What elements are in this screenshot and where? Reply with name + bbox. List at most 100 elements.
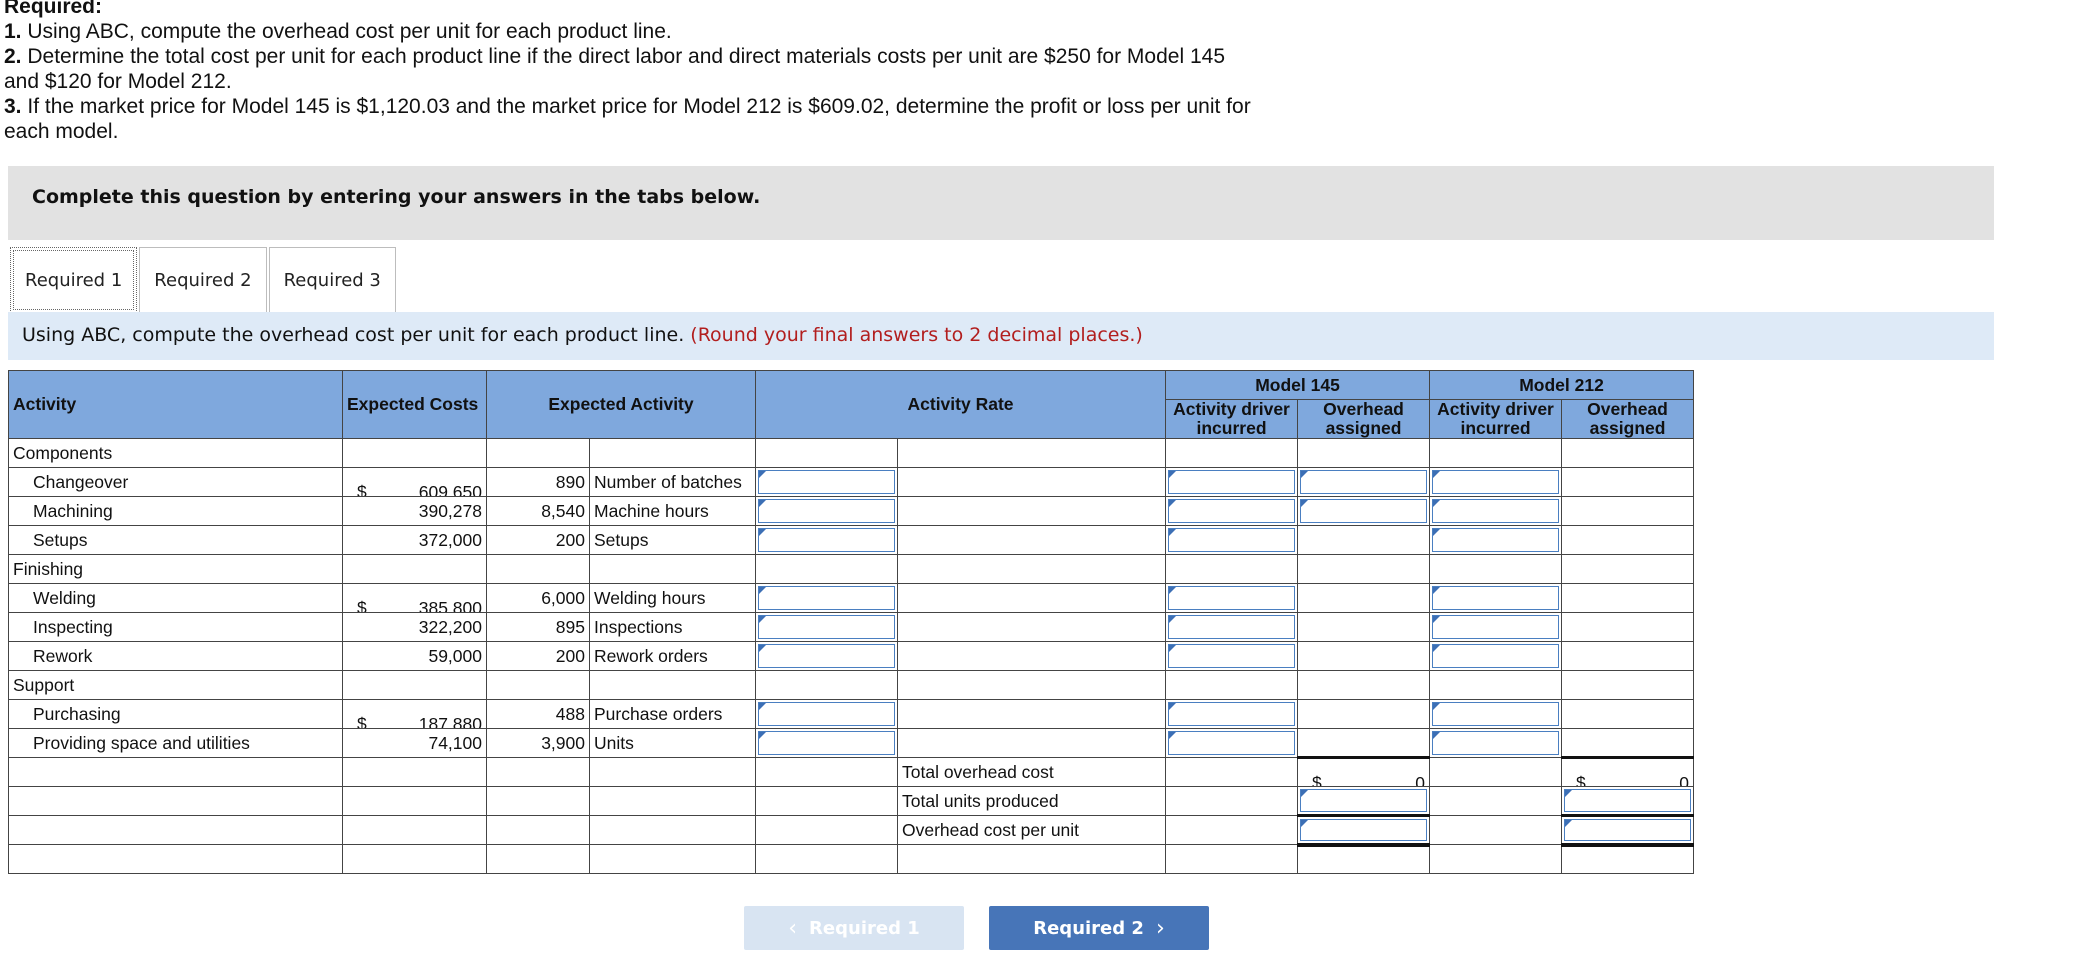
table-row-purchasing: Purchasing $187,880 488 Purchase orders <box>8 699 1695 729</box>
requirement-2: 2. Determine the total cost per unit for… <box>4 45 1225 93</box>
driver-name: Number of batches <box>589 467 756 497</box>
activity-rate-input[interactable] <box>755 699 898 729</box>
requirement-3: 3. If the market price for Model 145 is … <box>4 95 1251 143</box>
rounding-hint: (Round your final answers to 2 decimal p… <box>690 324 1143 346</box>
m145-driver-input[interactable] <box>1165 583 1299 613</box>
table-row-total-overhead: Total overhead cost $0 $0 <box>8 756 1695 787</box>
expected-qty: 890 <box>486 467 590 497</box>
m212-driver-input[interactable] <box>1429 467 1563 497</box>
expected-qty: 3,900 <box>486 728 590 758</box>
activity-rate-input[interactable] <box>755 728 898 758</box>
activity-rate-input[interactable] <box>755 496 898 526</box>
m145-overhead-input[interactable] <box>1297 496 1431 526</box>
m145-per-unit-input[interactable] <box>1297 814 1431 847</box>
activity-rate-input[interactable] <box>755 467 898 497</box>
expected-cost: 74,100 <box>342 728 487 758</box>
expected-cost: $609,650 <box>342 467 487 497</box>
activity-name: Rework <box>8 641 343 671</box>
next-tab-label: Required 2 <box>1033 917 1144 939</box>
tab-required-3[interactable]: Required 3 <box>268 247 396 313</box>
activity-rate-input[interactable] <box>755 583 898 613</box>
activity-name: Providing space and utilities <box>8 728 343 758</box>
activity-rate-input[interactable] <box>755 525 898 555</box>
activity-rate-unit <box>896 496 1167 526</box>
activity-rate-input[interactable] <box>755 641 898 671</box>
instructions-banner: Complete this question by entering your … <box>8 166 1994 240</box>
m212-overhead-cell <box>1561 525 1695 555</box>
m145-overhead-cell <box>1297 641 1431 671</box>
activity-name: Changeover <box>8 467 343 497</box>
activity-rate-unit <box>896 699 1167 729</box>
m212-overhead-cell <box>1561 583 1695 613</box>
m145-overhead-cell <box>1297 583 1431 613</box>
m212-total-overhead: $0 <box>1561 756 1695 787</box>
m145-driver-input[interactable] <box>1165 612 1299 642</box>
m212-overhead-cell <box>1561 699 1695 729</box>
activity-rate-unit <box>896 525 1167 555</box>
m212-driver-input[interactable] <box>1429 641 1563 671</box>
m212-driver-input[interactable] <box>1429 525 1563 555</box>
expected-cost: $187,880 <box>342 699 487 729</box>
m212-driver-input[interactable] <box>1429 699 1563 729</box>
activity-name: Inspecting <box>8 612 343 642</box>
activity-name: Welding <box>8 583 343 613</box>
tab-required-1[interactable]: Required 1 <box>10 247 138 313</box>
header-expected-activity: Expected Activity <box>486 370 756 439</box>
header-activity: Activity <box>8 370 343 439</box>
activity-rate-input[interactable] <box>755 612 898 642</box>
table-row-inspecting: Inspecting 322,200 895 Inspections <box>8 612 1695 642</box>
header-m212-overhead: Overhead assigned <box>1561 399 1695 439</box>
tab-required-2[interactable]: Required 2 <box>139 247 267 313</box>
m145-driver-input[interactable] <box>1165 525 1299 555</box>
requirements-text: Required: 1. Using ABC, compute the over… <box>4 0 1304 144</box>
table-row-setups: Setups 372,000 200 Setups <box>8 525 1695 555</box>
m145-overhead-cell <box>1297 728 1431 758</box>
table-row-overhead-per-unit: Overhead cost per unit <box>8 814 1695 847</box>
header-expected-costs: Expected Costs <box>342 370 487 439</box>
m145-overhead-cell <box>1297 699 1431 729</box>
group-row-finishing: Finishing <box>8 554 1695 584</box>
activity-rate-unit <box>896 728 1167 758</box>
activity-rate-unit <box>896 467 1167 497</box>
m212-driver-input[interactable] <box>1429 728 1563 758</box>
driver-name: Inspections <box>589 612 756 642</box>
group-label: Finishing <box>8 554 343 584</box>
expected-cost: 59,000 <box>342 641 487 671</box>
requirements-heading: Required: <box>4 0 103 18</box>
m145-driver-input[interactable] <box>1165 728 1299 758</box>
requirement-1: 1. Using ABC, compute the overhead cost … <box>4 20 672 43</box>
m212-driver-input[interactable] <box>1429 612 1563 642</box>
m212-overhead-cell <box>1561 496 1695 526</box>
expected-qty: 200 <box>486 641 590 671</box>
m145-units-input[interactable] <box>1297 786 1431 816</box>
driver-name: Rework orders <box>589 641 756 671</box>
m212-driver-input[interactable] <box>1429 496 1563 526</box>
table-row-space-utilities: Providing space and utilities 74,100 3,9… <box>8 728 1695 758</box>
m212-driver-input[interactable] <box>1429 583 1563 613</box>
m212-overhead-cell <box>1561 467 1695 497</box>
header-row-models: Activity Expected Costs Expected Activit… <box>8 370 1695 439</box>
m145-driver-input[interactable] <box>1165 699 1299 729</box>
header-model-212: Model 212 <box>1429 370 1695 400</box>
expected-qty: 488 <box>486 699 590 729</box>
m145-driver-input[interactable] <box>1165 641 1299 671</box>
expected-qty: 895 <box>486 612 590 642</box>
total-overhead-label: Total overhead cost <box>896 757 1167 787</box>
group-label: Components <box>8 438 343 468</box>
driver-name: Units <box>589 728 756 758</box>
table-row-rework: Rework 59,000 200 Rework orders <box>8 641 1695 671</box>
m212-per-unit-input[interactable] <box>1561 814 1695 847</box>
group-row-support: Support <box>8 670 1695 700</box>
expected-cost: 390,278 <box>342 496 487 526</box>
m145-overhead-input[interactable] <box>1297 467 1431 497</box>
next-tab-button[interactable]: Required 2 › <box>989 906 1209 950</box>
m145-driver-input[interactable] <box>1165 467 1299 497</box>
activity-rate-unit <box>896 641 1167 671</box>
m212-overhead-cell <box>1561 728 1695 758</box>
m145-driver-input[interactable] <box>1165 496 1299 526</box>
m212-units-input[interactable] <box>1561 786 1695 816</box>
prev-tab-button[interactable]: ‹ Required 1 <box>744 906 964 950</box>
m145-overhead-cell <box>1297 525 1431 555</box>
tab-instruction: Using ABC, compute the overhead cost per… <box>8 312 1994 360</box>
driver-name: Machine hours <box>589 496 756 526</box>
